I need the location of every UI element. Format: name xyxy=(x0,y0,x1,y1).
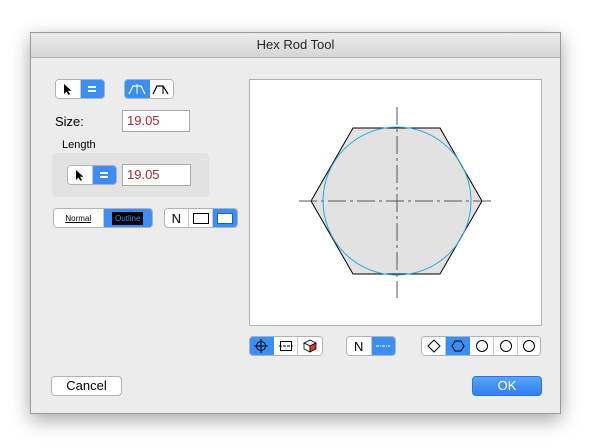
length-mode-toggle xyxy=(67,165,117,185)
fill-none-button[interactable]: N xyxy=(165,209,189,227)
equals-icon xyxy=(100,172,109,178)
view-side-button[interactable] xyxy=(273,337,299,355)
length-pointer-button[interactable] xyxy=(68,166,93,184)
length-label: Length xyxy=(62,139,96,151)
select-mode-toggle xyxy=(55,79,105,99)
circle-icon xyxy=(475,340,488,352)
normal-button[interactable]: Normal xyxy=(54,209,104,227)
size-field[interactable]: 19.05 xyxy=(122,110,190,132)
crosshair-circle-icon xyxy=(254,339,269,353)
profile-hexagon-button[interactable] xyxy=(446,337,470,355)
hex-rod-dialog: Hex Rod Tool Size: 19.05 Length 19.05 No… xyxy=(30,32,561,414)
view-front-button[interactable] xyxy=(250,337,274,355)
outline-label: Outline xyxy=(111,210,145,226)
diamond-icon xyxy=(426,339,441,353)
fill-n-label: N xyxy=(171,210,182,226)
fill-toggle: N xyxy=(164,208,238,228)
fill-color-button[interactable] xyxy=(213,209,237,227)
view-toggle xyxy=(249,336,323,356)
side-view-icon xyxy=(278,341,293,351)
pointer-arrow-icon xyxy=(64,83,72,95)
tapered-end-icon xyxy=(128,84,146,95)
ok-button[interactable]: OK xyxy=(472,376,542,396)
hexagon-icon xyxy=(450,340,465,352)
equals-mode-button[interactable] xyxy=(80,80,104,98)
dashed-line-icon xyxy=(376,345,391,347)
profile-circle-button-1[interactable] xyxy=(470,337,494,355)
outline-button[interactable]: Outline xyxy=(103,209,152,227)
window-title: Hex Rod Tool xyxy=(31,33,560,58)
fill-white-button[interactable] xyxy=(188,209,214,227)
profile-circle-button-3[interactable] xyxy=(518,337,540,355)
centerline-toggle: N xyxy=(346,336,396,356)
centerline-n-label: N xyxy=(354,338,364,354)
circle-icon xyxy=(523,340,535,352)
preview-pane xyxy=(249,79,542,326)
centerline-dashed-button[interactable] xyxy=(371,337,395,355)
circle-icon xyxy=(499,340,512,352)
size-label: Size: xyxy=(55,114,84,129)
end-style-asym-button[interactable] xyxy=(149,80,173,98)
normal-outline-toggle: Normal Outline xyxy=(53,208,153,228)
profile-diamond-button[interactable] xyxy=(422,337,446,355)
profile-toggle xyxy=(421,336,541,356)
chamfer-end-icon xyxy=(152,85,169,95)
length-field[interactable]: 19.05 xyxy=(122,164,191,186)
white-rect-icon xyxy=(192,212,209,224)
pointer-mode-button[interactable] xyxy=(56,80,81,98)
centerline-none-button[interactable]: N xyxy=(347,337,372,355)
profile-circle-button-2[interactable] xyxy=(494,337,518,355)
cube-icon xyxy=(303,339,318,353)
pointer-arrow-icon xyxy=(76,169,84,181)
equals-icon xyxy=(88,86,97,92)
cancel-button[interactable]: Cancel xyxy=(51,376,122,396)
hex-rod-preview xyxy=(299,107,493,298)
filled-rect-icon xyxy=(217,212,234,224)
normal-label: Normal xyxy=(65,213,92,223)
view-3d-button[interactable] xyxy=(298,337,322,355)
length-equals-button[interactable] xyxy=(92,166,116,184)
length-group: 19.05 xyxy=(52,153,209,197)
end-style-toggle xyxy=(124,79,174,99)
end-style-sym-button[interactable] xyxy=(125,80,150,98)
